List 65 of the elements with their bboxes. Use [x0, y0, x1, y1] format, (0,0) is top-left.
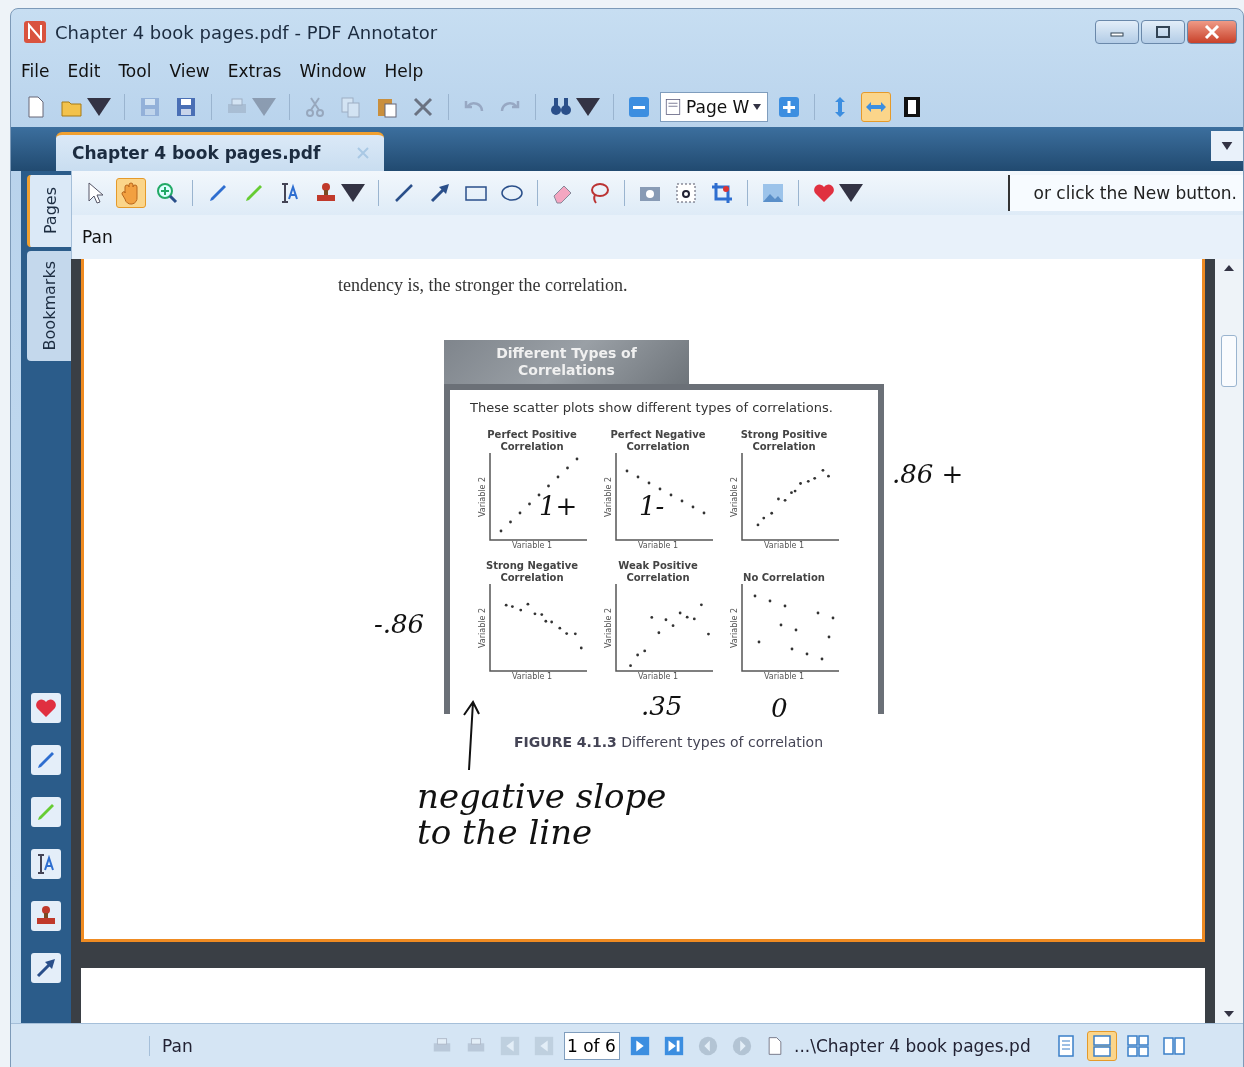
- axis-label: Variable 1: [638, 672, 678, 681]
- axis-label: Variable 2: [603, 477, 613, 517]
- axis-label: Variable 2: [729, 608, 739, 648]
- axis-label: Variable 2: [729, 477, 739, 517]
- scroll-up-icon[interactable]: [1224, 265, 1234, 271]
- close-button[interactable]: [1187, 20, 1237, 44]
- current-tool-label: Pan: [82, 227, 113, 247]
- plot-title: Strong Negative Correlation: [484, 559, 580, 584]
- menu-item[interactable]: Tool: [118, 61, 152, 81]
- side-tab[interactable]: Bookmarks: [27, 251, 71, 361]
- maximize-button[interactable]: [1141, 20, 1185, 44]
- scroll-down-icon[interactable]: [1224, 1011, 1234, 1017]
- handwritten-note: -.86: [374, 609, 425, 641]
- axis-label: Variable 2: [603, 608, 613, 648]
- caret-icon: [1221, 142, 1233, 150]
- horizontal-arrows-icon[interactable]: [861, 92, 892, 122]
- text-cursor-icon[interactable]: [31, 849, 61, 879]
- tab-list-button[interactable]: [1211, 131, 1243, 161]
- figure-caption: FIGURE 4.1.3 Different types of correlation: [514, 734, 825, 750]
- window-title: Chapter 4 book pages.pdf - PDF Annotator: [55, 21, 439, 43]
- page-icon: [664, 98, 682, 116]
- page-number-field[interactable]: 1 of 6: [564, 1032, 620, 1060]
- menu-item[interactable]: View: [169, 61, 210, 81]
- continuous-pages-icon[interactable]: [1086, 1031, 1117, 1061]
- menu-item[interactable]: Edit: [67, 61, 101, 81]
- plot-title: Strong Positive Correlation: [739, 428, 829, 453]
- handwritten-note: .35: [641, 691, 683, 723]
- highlighter-icon[interactable]: [31, 797, 61, 827]
- maximize-icon: [1156, 26, 1170, 38]
- file-path: ...\Chapter 4 book pages.pd: [794, 1036, 1031, 1056]
- status-tool: Pan: [149, 1036, 422, 1056]
- caret-icon[interactable]: [753, 104, 762, 110]
- handwritten-note: 0: [771, 693, 788, 725]
- axis-label: Variable 2: [477, 608, 487, 648]
- zoom-dropdown[interactable]: Page W: [660, 92, 769, 122]
- close-icon: [1204, 25, 1220, 39]
- plot-title: No Correlation: [743, 571, 825, 584]
- figure-intro: These scatter plots show different types of correlations.: [470, 400, 834, 415]
- axis-label: Variable 1: [638, 541, 678, 550]
- scroll-thumb[interactable]: [1221, 335, 1237, 387]
- stamp-icon[interactable]: [31, 901, 61, 931]
- pen-icon[interactable]: [31, 745, 61, 775]
- axis-label: Variable 1: [764, 541, 804, 550]
- handwritten-note: negative slope to the line: [417, 779, 667, 851]
- axis-label: Variable 1: [512, 541, 552, 550]
- hint-text: or click the New button.: [1007, 175, 1243, 211]
- menu-item[interactable]: Extras: [227, 61, 282, 81]
- plot-title: Perfect Positive Correlation: [486, 428, 578, 453]
- hand-icon[interactable]: [116, 178, 146, 208]
- axis-label: Variable 1: [512, 672, 552, 681]
- document-tab[interactable]: Chapter 4 book pages.pdf: [56, 132, 385, 171]
- axis-label: Variable 1: [764, 672, 804, 681]
- handwritten-note: 1-: [639, 491, 665, 523]
- page-paragraph: tendency is, the stronger the correlation.: [338, 275, 629, 296]
- menu-item[interactable]: Help: [384, 61, 424, 81]
- plot-title: Weak Positive Correlation: [617, 559, 699, 584]
- app-logo-icon: [23, 20, 47, 44]
- menu-item[interactable]: Window: [299, 61, 367, 81]
- axis-label: Variable 2: [477, 477, 487, 517]
- menu-item[interactable]: File: [21, 61, 50, 81]
- handwritten-note: .86 +: [892, 459, 964, 491]
- handwritten-note: 1+: [539, 491, 578, 523]
- figure-header: Different Types of Correlations: [444, 340, 689, 384]
- plot-title: Perfect Negative Correlation: [609, 428, 707, 453]
- side-tab[interactable]: Pages: [27, 175, 71, 247]
